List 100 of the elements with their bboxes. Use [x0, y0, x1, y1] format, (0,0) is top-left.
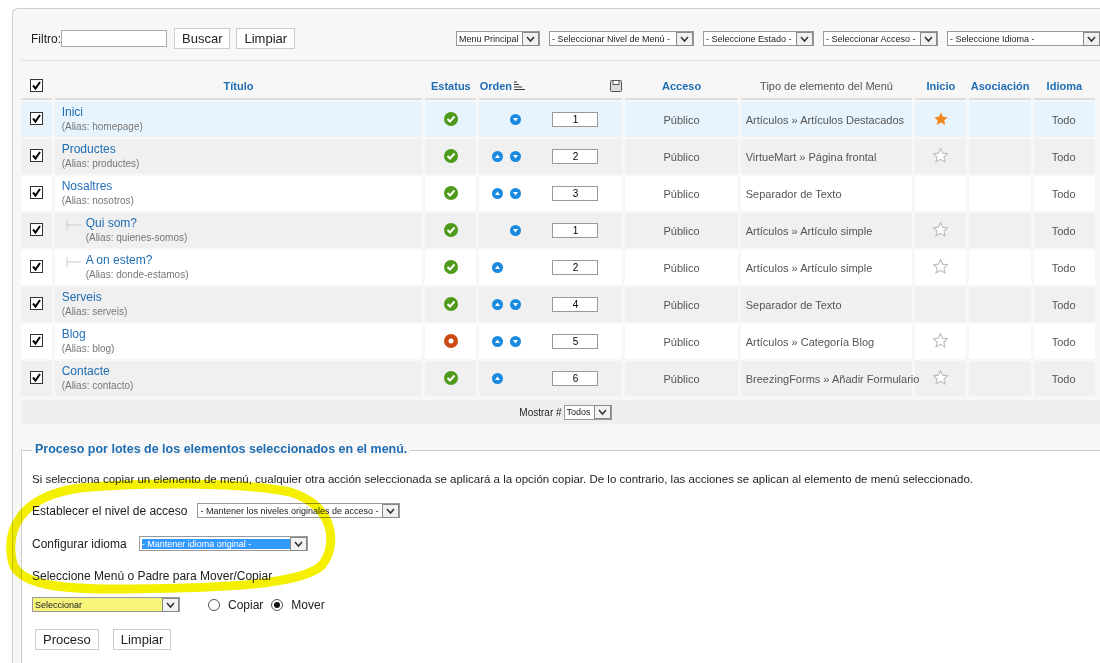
unpublished-icon[interactable]: [443, 333, 458, 348]
move-up-icon[interactable]: [491, 299, 503, 310]
move-up-icon[interactable]: [491, 188, 503, 199]
clear-button[interactable]: Limpiar: [236, 28, 296, 49]
checkbox[interactable]: [29, 260, 43, 273]
item-title-link[interactable]: Blog: [61, 327, 115, 342]
column-header[interactable]: Asociación: [970, 80, 1030, 92]
alias-text: (Alias: contacto): [61, 379, 134, 393]
table-row[interactable]: Contacte (Alias: contacto) 6 Público BreezingForms » Añadir Formulario Todo: [21, 361, 1095, 396]
item-title-link[interactable]: A on estem?: [85, 253, 189, 268]
search-button[interactable]: Buscar: [174, 28, 231, 49]
table-row[interactable]: Inici (Alias: homepage) 1 Público Artículos » Artículos Destacados Todo: [21, 102, 1095, 137]
move-down-icon[interactable]: [509, 225, 521, 236]
menu-parent-select[interactable]: Seleccionar: [32, 597, 180, 612]
language-text: Todo: [1051, 372, 1076, 385]
move-down-icon[interactable]: [509, 336, 521, 347]
column-header[interactable]: Idioma: [1046, 80, 1083, 92]
star-outline-icon[interactable]: [933, 259, 949, 274]
table-row[interactable]: Serveis (Alias: serveis) 4 Público Separador de Texto Todo: [21, 287, 1095, 322]
published-check-icon[interactable]: [443, 222, 458, 237]
order-field[interactable]: 2: [552, 260, 599, 275]
caret-icon[interactable]: [593, 405, 611, 419]
checkbox[interactable]: [29, 223, 43, 236]
radio-label[interactable]: Mover: [291, 597, 325, 612]
move-down-icon[interactable]: [509, 114, 521, 125]
sort-icon[interactable]: [514, 81, 527, 91]
caret-icon[interactable]: [162, 597, 179, 612]
caret-icon[interactable]: [920, 31, 937, 46]
caret-icon[interactable]: [381, 503, 399, 518]
star-outline-icon[interactable]: [933, 333, 949, 348]
alias-text: (Alias: homepage): [61, 120, 143, 134]
star-outline-icon[interactable]: [933, 222, 949, 237]
checkbox[interactable]: [29, 297, 43, 310]
radio-button[interactable]: [208, 598, 220, 611]
alias-text: (Alias: quienes-somos): [85, 231, 188, 245]
star-outline-icon[interactable]: [933, 148, 949, 163]
table-row[interactable]: A on estem? (Alias: donde-estamos) 2 Público Artículos » Artículo simple Todo: [21, 250, 1095, 285]
checkbox[interactable]: [29, 371, 43, 384]
clear-button[interactable]: Limpiar: [112, 629, 172, 650]
checkbox[interactable]: [29, 334, 43, 347]
item-title-link[interactable]: Serveis: [61, 290, 128, 305]
checkbox[interactable]: [29, 112, 43, 125]
page-size-select[interactable]: Todos: [563, 404, 612, 420]
checkbox[interactable]: [29, 186, 43, 199]
move-up-icon[interactable]: [491, 373, 503, 384]
item-title-link[interactable]: Productes: [61, 142, 140, 157]
published-check-icon[interactable]: [443, 185, 458, 200]
order-field[interactable]: 4: [552, 297, 599, 312]
caret-icon[interactable]: [676, 31, 693, 46]
caret-icon[interactable]: [522, 31, 539, 46]
save-icon[interactable]: [610, 80, 623, 92]
move-up-icon[interactable]: [491, 262, 503, 273]
column-header[interactable]: Título: [223, 80, 254, 92]
caret-icon[interactable]: [289, 536, 307, 551]
filter-select[interactable]: - Seleccionar Nivel de Menú -: [549, 31, 694, 46]
column-header[interactable]: Inicio: [926, 80, 956, 92]
table-row[interactable]: Nosaltres (Alias: nosotros) 3 Público Separador de Texto Todo: [21, 176, 1095, 211]
move-up-icon[interactable]: [491, 151, 503, 162]
filter-select[interactable]: Menu Principal: [456, 31, 540, 46]
checkbox[interactable]: [29, 149, 43, 162]
table-row[interactable]: Productes (Alias: productes) 2 Público VirtueMart » Página frontal Todo: [21, 139, 1095, 174]
published-check-icon[interactable]: [443, 370, 458, 385]
table-row[interactable]: Blog (Alias: blog) 5 Público Artículos » Categoría Blog Todo: [21, 324, 1095, 359]
item-title-link[interactable]: Qui som?: [85, 216, 188, 231]
published-check-icon[interactable]: [443, 296, 458, 311]
star-outline-icon[interactable]: [933, 370, 949, 385]
column-header[interactable]: Estatus: [431, 80, 471, 92]
column-header[interactable]: Acceso: [662, 80, 702, 92]
published-check-icon[interactable]: [443, 148, 458, 163]
filter-select[interactable]: - Seleccione Estado -: [703, 31, 814, 46]
published-check-icon[interactable]: [443, 111, 458, 126]
order-field[interactable]: 1: [552, 112, 599, 127]
move-up-icon[interactable]: [491, 336, 503, 347]
select-all-checkbox[interactable]: [29, 78, 43, 92]
access-text: Público: [663, 372, 700, 385]
order-field[interactable]: 1: [552, 223, 599, 238]
caret-icon[interactable]: [1083, 31, 1100, 46]
item-title-link[interactable]: Inici: [61, 105, 143, 120]
order-field[interactable]: 3: [552, 186, 599, 201]
home-star-icon[interactable]: [933, 111, 948, 126]
filter-select[interactable]: - Seleccionar Acceso -: [823, 31, 938, 46]
alias-text: (Alias: serveis): [61, 305, 128, 319]
order-field[interactable]: 2: [552, 149, 599, 164]
caret-icon[interactable]: [796, 31, 813, 46]
filter-field[interactable]: [61, 30, 167, 47]
process-button[interactable]: Proceso: [35, 629, 99, 650]
move-down-icon[interactable]: [509, 151, 521, 162]
tree-line-icon: [65, 257, 82, 267]
move-down-icon[interactable]: [509, 188, 521, 199]
radio-label[interactable]: Copiar: [228, 597, 264, 612]
table-row[interactable]: Qui som? (Alias: quienes-somos) 1 Público Artículos » Artículo simple Todo: [21, 213, 1095, 248]
order-field[interactable]: 6: [552, 371, 599, 386]
radio-button[interactable]: [271, 598, 284, 611]
order-field[interactable]: 5: [552, 334, 599, 349]
item-title-link[interactable]: Contacte: [61, 364, 134, 379]
column-header[interactable]: Orden: [479, 80, 513, 92]
move-down-icon[interactable]: [509, 299, 521, 310]
filter-select[interactable]: - Seleccione Idioma -: [947, 31, 1100, 46]
published-check-icon[interactable]: [443, 259, 458, 274]
item-title-link[interactable]: Nosaltres: [61, 179, 134, 194]
